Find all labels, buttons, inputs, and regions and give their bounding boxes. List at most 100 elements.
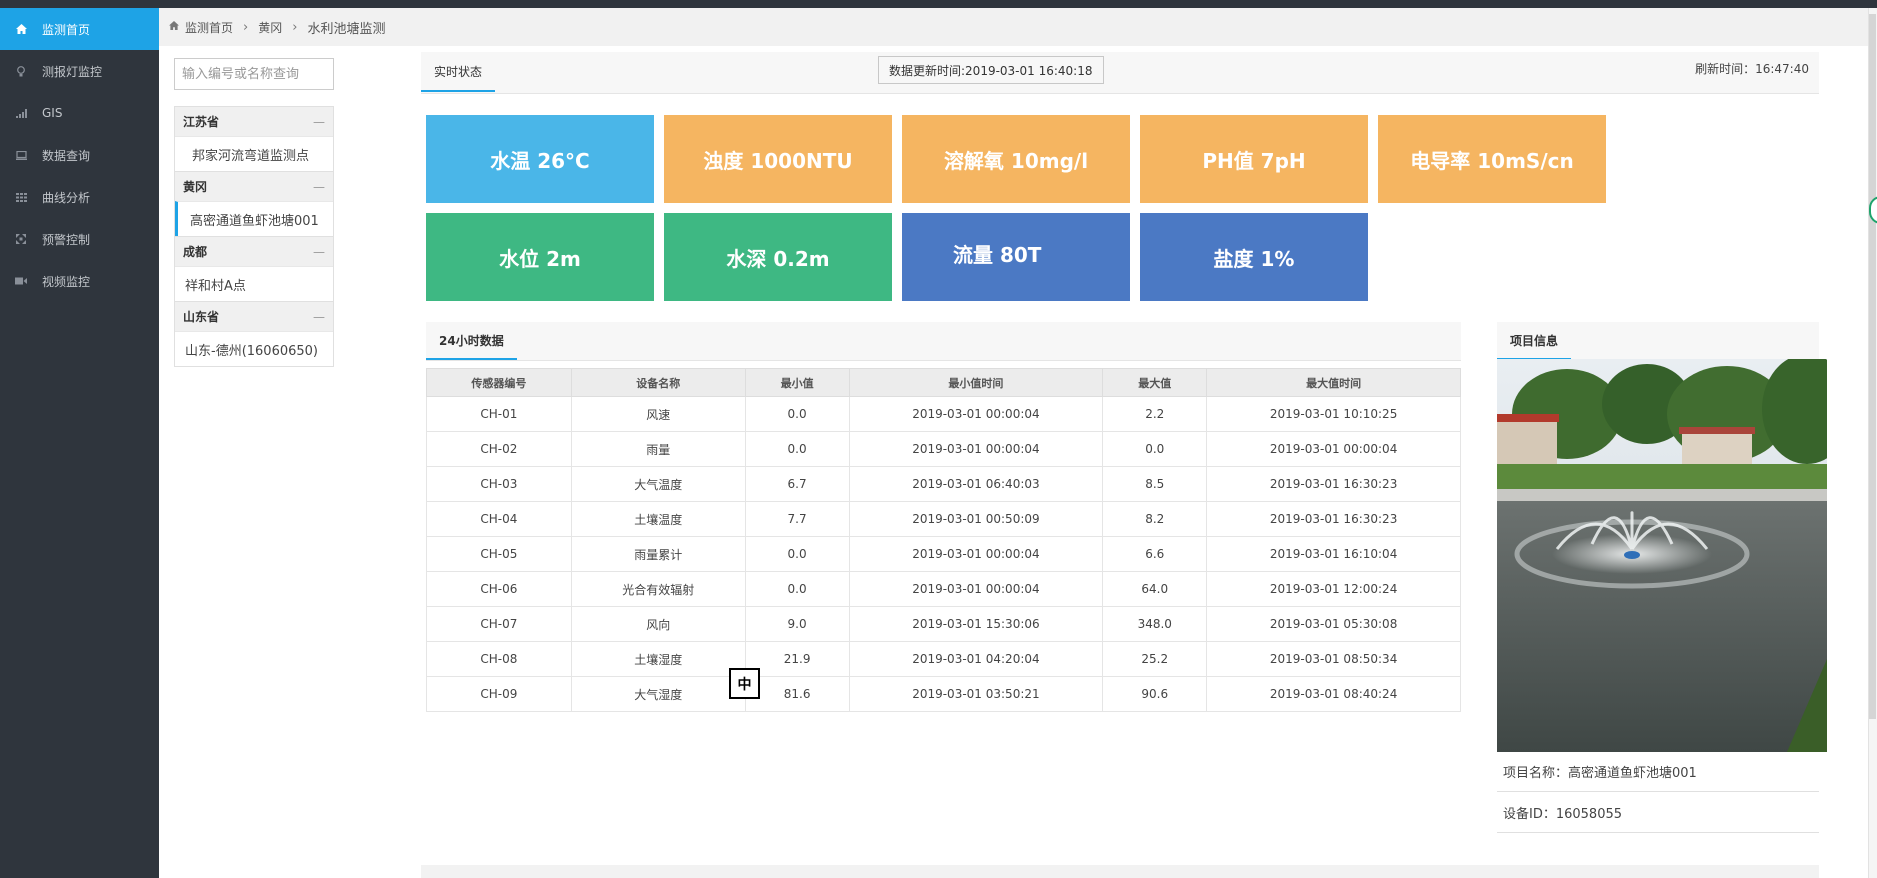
tree-group-huanggang[interactable]: 黄冈 — bbox=[175, 171, 333, 201]
province-label: 黄冈 bbox=[183, 180, 208, 194]
signal-icon bbox=[14, 106, 28, 120]
cell-sensor-id: CH-01 bbox=[426, 396, 572, 432]
table-row: CH-02 雨量 0.0 2019-03-01 00:00:04 0.0 201… bbox=[426, 431, 1461, 467]
tree-group-shandong[interactable]: 山东省 — bbox=[175, 301, 333, 331]
col-min-value: 最小值 bbox=[744, 368, 850, 397]
tile-salinity: 盐度 1% bbox=[1140, 213, 1368, 301]
sidebar-item-home[interactable]: 监测首页 bbox=[0, 8, 159, 50]
cell-min-value: 0.0 bbox=[745, 536, 850, 572]
tab-realtime-status[interactable]: 实时状态 bbox=[421, 52, 496, 92]
cell-min-time: 2019-03-01 00:00:04 bbox=[849, 396, 1104, 432]
tree-point[interactable]: 邦家河流弯道监测点 bbox=[175, 136, 333, 171]
tree-point[interactable]: 山东-德州(16060650) bbox=[175, 331, 333, 366]
cell-sensor-id: CH-04 bbox=[426, 501, 572, 537]
tree-point[interactable]: 祥和村A点 bbox=[175, 266, 333, 301]
table-row: CH-09 大气湿度 81.6 2019-03-01 03:50:21 90.6… bbox=[426, 676, 1461, 712]
tree-group-chengdu[interactable]: 成都 — bbox=[175, 236, 333, 266]
chevron-right-icon: › bbox=[243, 19, 249, 35]
tile-water-temp: 水温 26°C bbox=[426, 115, 654, 203]
cell-min-value: 7.7 bbox=[745, 501, 850, 537]
cell-min-value: 81.6 bbox=[745, 676, 850, 712]
project-name: 项目名称：高密通道鱼虾池塘001 bbox=[1497, 752, 1819, 792]
cell-max-value: 2.2 bbox=[1102, 396, 1208, 432]
project-info-header: 项目信息 bbox=[1497, 322, 1819, 361]
collapse-icon[interactable]: — bbox=[313, 180, 325, 194]
collapse-icon[interactable]: — bbox=[313, 310, 325, 324]
cell-sensor-id: CH-07 bbox=[426, 606, 572, 642]
tile-ph: PH值 7pH bbox=[1140, 115, 1368, 203]
sidebar: 监测首页 测报灯监控 GIS 数据查询 曲线分析 预警控制 视频监控 bbox=[0, 8, 159, 878]
sidebar-item-gis[interactable]: GIS bbox=[0, 92, 159, 134]
scrollbar-thumb[interactable] bbox=[1869, 14, 1876, 719]
tile-turbidity: 浊度 1000NTU bbox=[664, 115, 892, 203]
data24-table: 传感器编号 设备名称 最小值 最小值时间 最大值 最大值时间 CH-01 风速 … bbox=[426, 368, 1461, 712]
ime-indicator[interactable]: 中 bbox=[729, 668, 760, 699]
cell-max-time: 2019-03-01 16:30:23 bbox=[1206, 466, 1461, 502]
cell-min-value: 0.0 bbox=[745, 431, 850, 467]
cell-max-time: 2019-03-01 10:10:25 bbox=[1206, 396, 1461, 432]
col-min-time: 最小值时间 bbox=[848, 368, 1104, 397]
cell-min-value: 6.7 bbox=[745, 466, 850, 502]
camera-icon bbox=[14, 274, 28, 288]
col-max-time: 最大值时间 bbox=[1206, 368, 1461, 397]
search-input[interactable] bbox=[174, 58, 334, 90]
province-label: 山东省 bbox=[183, 310, 220, 324]
location-tree: 江苏省 — 邦家河流弯道监测点 黄冈 — 高密通道鱼虾池塘001 成都 — 祥和… bbox=[174, 58, 334, 367]
cell-min-value: 0.0 bbox=[745, 396, 850, 432]
cell-max-value: 0.0 bbox=[1102, 431, 1208, 467]
sidebar-item-label: 测报灯监控 bbox=[42, 64, 103, 79]
cell-device-name: 大气温度 bbox=[571, 466, 746, 502]
cell-device-name: 光合有效辐射 bbox=[571, 571, 746, 607]
breadcrumb-level2[interactable]: 黄冈 bbox=[258, 19, 282, 36]
cell-sensor-id: CH-05 bbox=[426, 536, 572, 572]
cell-max-time: 2019-03-01 16:30:23 bbox=[1206, 501, 1461, 537]
realtime-status-bar: 实时状态 数据更新时间:2019-03-01 16:40:18 刷新时间：16:… bbox=[421, 52, 1819, 94]
cell-max-time: 2019-03-01 12:00:24 bbox=[1206, 571, 1461, 607]
province-label: 成都 bbox=[183, 245, 208, 259]
cell-device-name: 土壤湿度 bbox=[571, 641, 746, 677]
table-row: CH-03 大气温度 6.7 2019-03-01 06:40:03 8.5 2… bbox=[426, 466, 1461, 502]
cell-device-name: 土壤温度 bbox=[571, 501, 746, 537]
tree-point-selected[interactable]: 高密通道鱼虾池塘001 bbox=[175, 201, 333, 236]
table-row: CH-04 土壤温度 7.7 2019-03-01 00:50:09 8.2 2… bbox=[426, 501, 1461, 537]
sidebar-item-alarm[interactable]: 预警控制 bbox=[0, 218, 159, 260]
tab-24h-data[interactable]: 24小时数据 bbox=[426, 322, 517, 360]
cell-sensor-id: CH-03 bbox=[426, 466, 572, 502]
cell-device-name: 雨量 bbox=[571, 431, 746, 467]
cell-min-time: 2019-03-01 00:50:09 bbox=[849, 501, 1104, 537]
sidebar-item-label: 曲线分析 bbox=[42, 190, 91, 205]
table-row: CH-01 风速 0.0 2019-03-01 00:00:04 2.2 201… bbox=[426, 396, 1461, 432]
sidebar-item-data-query[interactable]: 数据查询 bbox=[0, 134, 159, 176]
cell-device-name: 风向 bbox=[571, 606, 746, 642]
sidebar-item-label: 数据查询 bbox=[42, 148, 91, 163]
table-row: CH-05 雨量累计 0.0 2019-03-01 00:00:04 6.6 2… bbox=[426, 536, 1461, 572]
cell-max-time: 2019-03-01 08:40:24 bbox=[1206, 676, 1461, 712]
grid-icon bbox=[14, 190, 28, 204]
sidebar-item-curve[interactable]: 曲线分析 bbox=[0, 176, 159, 218]
sidebar-item-lamp[interactable]: 测报灯监控 bbox=[0, 50, 159, 92]
cell-max-value: 8.5 bbox=[1102, 466, 1208, 502]
expand-icon bbox=[14, 232, 28, 246]
tab-project-info[interactable]: 项目信息 bbox=[1497, 322, 1572, 360]
sidebar-item-video[interactable]: 视频监控 bbox=[0, 260, 159, 302]
cell-max-value: 348.0 bbox=[1102, 606, 1208, 642]
breadcrumb-home[interactable]: 监测首页 bbox=[185, 19, 233, 36]
cell-device-name: 雨量累计 bbox=[571, 536, 746, 572]
tile-conductivity: 电导率 10mS/cn bbox=[1378, 115, 1606, 203]
tile-flow: 流量 80T bbox=[902, 213, 1130, 301]
tree-group-jiangsu[interactable]: 江苏省 — bbox=[175, 107, 333, 136]
breadcrumb: 监测首页 › 黄冈 › 水利池塘监测 bbox=[159, 8, 1877, 46]
sidebar-item-label: GIS bbox=[42, 106, 63, 120]
breadcrumb-current: 水利池塘监测 bbox=[307, 21, 386, 37]
home-icon bbox=[169, 21, 179, 33]
collapse-icon[interactable]: — bbox=[313, 245, 325, 259]
cell-sensor-id: CH-08 bbox=[426, 641, 572, 677]
tree-list: 江苏省 — 邦家河流弯道监测点 黄冈 — 高密通道鱼虾池塘001 成都 — 祥和… bbox=[174, 106, 334, 367]
monitor-icon bbox=[14, 148, 28, 162]
table-row: CH-08 土壤湿度 21.9 2019-03-01 04:20:04 25.2… bbox=[426, 641, 1461, 677]
sidebar-item-label: 预警控制 bbox=[42, 232, 91, 247]
home-icon bbox=[14, 22, 28, 36]
collapse-icon[interactable]: — bbox=[313, 115, 325, 129]
col-device-name: 设备名称 bbox=[570, 368, 746, 397]
cell-max-time: 2019-03-01 08:50:34 bbox=[1206, 641, 1461, 677]
